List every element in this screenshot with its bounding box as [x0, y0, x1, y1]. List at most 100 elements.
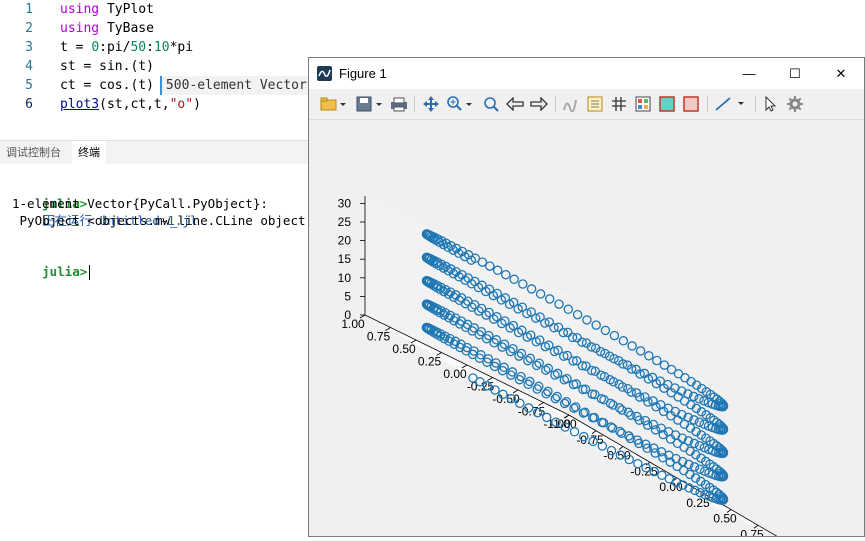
window-titlebar[interactable]: Figure 1 — ☐ ✕: [309, 58, 864, 89]
data-point: [648, 419, 659, 430]
line-number: 1: [25, 2, 33, 17]
code-token: :: [146, 40, 154, 55]
y-tick-label: 0.50: [392, 342, 416, 356]
toolbar-separator: [555, 96, 556, 112]
save-icon[interactable]: [355, 94, 383, 114]
julia-prompt: julia>: [42, 264, 88, 279]
inline-result[interactable]: 500-element Vector: [159, 76, 311, 95]
code-token: plot3: [60, 97, 100, 112]
app-icon: [317, 66, 332, 81]
pointer-icon[interactable]: [761, 94, 781, 114]
settings-icon[interactable]: [785, 94, 805, 114]
chart-svg: -1.00-0.75-0.50-0.250.000.250.500.751.00…: [338, 195, 786, 541]
fill-icon[interactable]: [657, 94, 677, 114]
data-point: [600, 325, 611, 336]
code-token: st = sin.(t): [60, 59, 154, 74]
z-tick-label: 20: [338, 234, 352, 248]
tab-terminal[interactable]: 终端: [72, 141, 106, 166]
line-number: 2: [25, 21, 33, 36]
code-text: using TyPlot: [60, 0, 154, 19]
y-tick-label: 0.00: [443, 367, 467, 381]
zoom-in-icon[interactable]: [445, 94, 475, 114]
pan-icon[interactable]: [421, 94, 441, 114]
data-point: [635, 346, 646, 356]
data-point: [695, 464, 705, 474]
tab-debug-console[interactable]: 调试控制台: [0, 141, 67, 165]
code-token: "o": [169, 97, 194, 112]
code-token: 10: [153, 40, 170, 55]
y-tick-label: -1.00: [543, 417, 571, 431]
insert-legend-icon[interactable]: [585, 94, 605, 114]
toolbar-separator: [414, 96, 415, 112]
print-icon[interactable]: [389, 94, 409, 114]
z-tick-label: 10: [338, 271, 352, 285]
figure-toolbar: [309, 89, 864, 120]
y-tick-label: 0.25: [418, 355, 442, 369]
data-point: [652, 355, 662, 366]
window-title: Figure 1: [339, 66, 387, 81]
terminal[interactable]: julia> 正在运行 Untitled-1.jl 1-element Vect…: [0, 164, 328, 537]
line-number: 4: [25, 59, 33, 74]
code-token: 0: [91, 40, 100, 55]
zoom-fit-icon[interactable]: [481, 94, 501, 114]
line-number: 3: [25, 40, 33, 55]
code-token: :pi/: [99, 40, 131, 55]
close-button[interactable]: ✕: [818, 58, 864, 89]
y-tick-label: 0.75: [367, 330, 391, 344]
code-text: ct = cos.(t) 500-element Vector: [60, 76, 311, 95]
box-icon[interactable]: [681, 94, 701, 114]
colorbar-icon[interactable]: [633, 94, 653, 114]
figure-window[interactable]: Figure 1 — ☐ ✕ -1.00 -0.75 -0.50 -0.25 0…: [308, 57, 865, 541]
line-number: 6: [25, 97, 33, 112]
code-token: 50: [130, 40, 147, 55]
grid-icon[interactable]: [609, 94, 629, 114]
data-point: [615, 426, 625, 437]
z-tick-label: 15: [338, 252, 352, 266]
code-token: TyBase: [99, 21, 154, 36]
data-point: [694, 440, 705, 451]
code-token: ct = cos.(t): [60, 78, 154, 93]
code-token: t =: [60, 40, 92, 55]
x-tick-label: 0.50: [713, 512, 737, 526]
x-tick-label: 0.75: [740, 527, 764, 536]
code-text: using TyBase: [60, 19, 154, 38]
toolbar-separator: [755, 96, 756, 112]
text-cursor: [89, 265, 91, 280]
brush-icon[interactable]: [561, 94, 581, 114]
back-icon[interactable]: [505, 94, 525, 114]
code-token: using: [60, 21, 100, 36]
code-token: TyPlot: [99, 2, 154, 17]
code-text: plot3(st,ct,t,"o"): [60, 95, 201, 114]
data-point: [572, 309, 583, 320]
z-tick-label: 5: [344, 289, 351, 303]
code-token: ): [193, 97, 201, 112]
minimize-button[interactable]: —: [726, 58, 772, 89]
data-point: [618, 336, 629, 346]
data-point: [605, 398, 616, 409]
z-tick-label: 25: [338, 215, 352, 229]
code-token: *pi: [169, 40, 194, 55]
panel-tabs: 调试控制台 终端: [0, 140, 330, 166]
plot-area[interactable]: -1.00 -0.75 -0.50 -0.25 0.00 0.25 0.50 0.75 1.00…: [309, 120, 864, 541]
data-point: [650, 425, 661, 435]
z-tick-label: 30: [338, 196, 352, 210]
code-text: t = 0:pi/50:10*pi: [60, 38, 193, 57]
open-folder-icon[interactable]: [319, 94, 347, 114]
maximize-button[interactable]: ☐: [772, 58, 818, 89]
data-point: [591, 320, 601, 330]
code-text: st = sin.(t): [60, 57, 154, 76]
data-point: [582, 315, 592, 325]
toolbar-separator: [707, 96, 708, 112]
forward-icon[interactable]: [529, 94, 549, 114]
code-token: (st,ct,t,: [99, 97, 170, 112]
line-style-icon[interactable]: [713, 94, 749, 114]
data-point: [624, 431, 634, 441]
data-point: [627, 341, 637, 351]
terminal-output-line: PyObject <objects.mw_line.CLine object a…: [12, 213, 329, 228]
data-point: [644, 351, 654, 361]
data-point: [659, 360, 670, 370]
code-token: using: [60, 2, 100, 17]
terminal-output-line: 1-element Vector{PyCall.PyObject}:: [12, 196, 268, 211]
line-number: 5: [25, 78, 33, 93]
data-point: [609, 330, 620, 341]
